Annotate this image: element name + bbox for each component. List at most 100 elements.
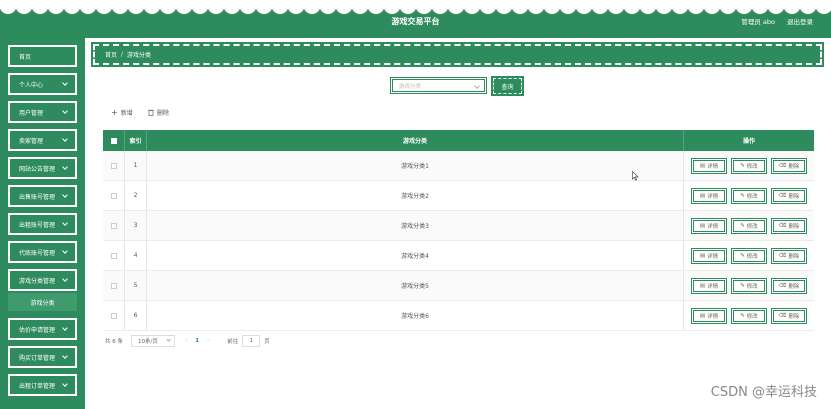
scallop	[191, 0, 209, 14]
delete-button[interactable]: ⌫ 删除	[771, 187, 807, 204]
row-checkbox[interactable]	[110, 282, 117, 289]
detail-button[interactable]: ▤ 详情	[691, 307, 727, 324]
table-row: 3 游戏分类3 ▤ 详情 ✎ 修改 ⌫ 删除	[103, 211, 814, 241]
detail-button[interactable]: ▤ 详情	[691, 217, 727, 234]
chevron-down-icon	[62, 353, 68, 359]
sidebar-item-label: 个人中心	[19, 81, 44, 89]
add-button[interactable]: + 新增	[111, 108, 133, 117]
edit-button[interactable]: ✎ 修改	[731, 247, 767, 264]
chevron-down-icon	[62, 136, 68, 142]
row-name: 游戏分类3	[147, 211, 684, 240]
scallop	[543, 0, 561, 14]
sidebar-item-label: 出售账号管理	[19, 193, 56, 201]
row-checkbox[interactable]	[110, 192, 117, 199]
scallop	[79, 0, 97, 14]
scallop	[383, 0, 401, 14]
breadcrumb-home[interactable]: 首页	[105, 50, 117, 59]
edit-button[interactable]: ✎ 修改	[731, 307, 767, 324]
scallop	[239, 0, 257, 14]
detail-button[interactable]: ▤ 详情	[691, 277, 727, 294]
scallop	[783, 0, 801, 14]
sidebar-item[interactable]: 游戏分类管理	[8, 269, 77, 291]
delete-button[interactable]: ⌫ 删除	[771, 307, 807, 324]
delete-button[interactable]: ⌫ 删除	[771, 277, 807, 294]
edit-button[interactable]: ✎ 修改	[731, 157, 767, 174]
scallop	[47, 0, 65, 14]
column-header-name: 游戏分类	[147, 130, 684, 151]
scallop	[303, 0, 321, 14]
detail-label: 详情	[707, 253, 719, 260]
row-name: 游戏分类2	[147, 181, 684, 210]
detail-button[interactable]: ▤ 详情	[691, 187, 727, 204]
detail-label: 详情	[707, 313, 719, 320]
scallop	[95, 0, 113, 14]
edit-label: 修改	[746, 163, 758, 170]
edit-label: 修改	[746, 253, 758, 260]
current-page[interactable]: 1	[195, 338, 199, 344]
sidebar-item[interactable]: 首页	[8, 45, 77, 67]
edit-button[interactable]: ✎ 修改	[731, 217, 767, 234]
scallop	[143, 0, 161, 14]
delete-button[interactable]: ⌫ 删除	[771, 247, 807, 264]
goto-prefix: 前往	[227, 339, 239, 345]
prev-page-icon[interactable]: ‹	[185, 338, 187, 344]
chevron-down-icon	[62, 325, 68, 331]
doc-icon: ▤	[699, 282, 706, 289]
row-checkbox[interactable]	[110, 252, 117, 259]
sidebar-subitem-active[interactable]: 游戏分类	[8, 293, 77, 311]
current-user: 管理员 abo	[741, 18, 775, 26]
edit-button[interactable]: ✎ 修改	[731, 187, 767, 204]
detail-button[interactable]: ▤ 详情	[691, 157, 727, 174]
goto-page-input[interactable]: 1	[242, 335, 261, 347]
sidebar-item[interactable]: 出租账号管理	[8, 213, 77, 235]
row-name: 游戏分类4	[147, 241, 684, 270]
logout-link[interactable]: 退出登录	[787, 16, 813, 26]
scallop	[367, 0, 385, 14]
sidebar-item[interactable]: 购买订单管理	[8, 346, 77, 368]
category-search-input[interactable]: 游戏分类	[390, 77, 487, 94]
select-all-checkbox[interactable]	[110, 137, 117, 144]
page-size-select[interactable]: 10条/页	[131, 335, 175, 347]
sidebar-item[interactable]: 出租订单管理	[8, 374, 77, 396]
trash-icon: ⌫	[778, 162, 787, 169]
chevron-down-icon	[62, 276, 68, 282]
pencil-icon: ✎	[740, 192, 745, 199]
chevron-down-icon	[166, 337, 171, 342]
row-checkbox[interactable]	[110, 162, 117, 169]
scallop	[15, 0, 33, 14]
detail-button[interactable]: ▤ 详情	[691, 247, 727, 264]
scallop	[335, 0, 353, 14]
scallop	[127, 0, 145, 14]
breadcrumb-separator: /	[121, 51, 124, 58]
row-index: 1	[125, 151, 147, 180]
trash-icon: ⌫	[778, 222, 787, 229]
delete-button[interactable]: ⌫ 删除	[771, 157, 807, 174]
scallop	[559, 0, 577, 14]
sidebar-item[interactable]: 代练账号管理	[8, 241, 77, 263]
sidebar-item[interactable]: 网站公告管理	[8, 157, 77, 179]
scallop	[287, 0, 305, 14]
scallop	[223, 0, 241, 14]
next-page-icon[interactable]: ›	[207, 338, 209, 344]
sidebar-item[interactable]: 卖家管理	[8, 129, 77, 151]
search-button[interactable]: 查询	[491, 76, 524, 96]
sidebar-item[interactable]: 估价申请管理	[8, 318, 77, 340]
sidebar-item-label: 游戏分类管理	[19, 277, 56, 285]
row-checkbox[interactable]	[110, 222, 117, 229]
scallop	[527, 0, 545, 14]
column-header-index: 索引	[125, 130, 147, 151]
batch-delete-button[interactable]: 删除	[148, 108, 169, 117]
pencil-icon: ✎	[740, 312, 745, 319]
chevron-down-icon	[62, 164, 68, 170]
pagination: 共 6 条 10条/页 ‹ 1 › 前往 1 页	[105, 335, 270, 347]
sidebar-item[interactable]: 出售账号管理	[8, 185, 77, 207]
delete-button[interactable]: ⌫ 删除	[771, 217, 807, 234]
delete-label: 删除	[788, 283, 800, 290]
row-checkbox[interactable]	[110, 312, 117, 319]
table-row: 4 游戏分类4 ▤ 详情 ✎ 修改 ⌫ 删除	[103, 241, 814, 271]
sidebar-item-label: 购买订单管理	[19, 354, 56, 362]
sidebar-item[interactable]: 用户管理	[8, 101, 77, 123]
edit-button[interactable]: ✎ 修改	[731, 277, 767, 294]
sidebar-item-label: 首页	[19, 53, 32, 61]
sidebar-item[interactable]: 个人中心	[8, 73, 77, 95]
